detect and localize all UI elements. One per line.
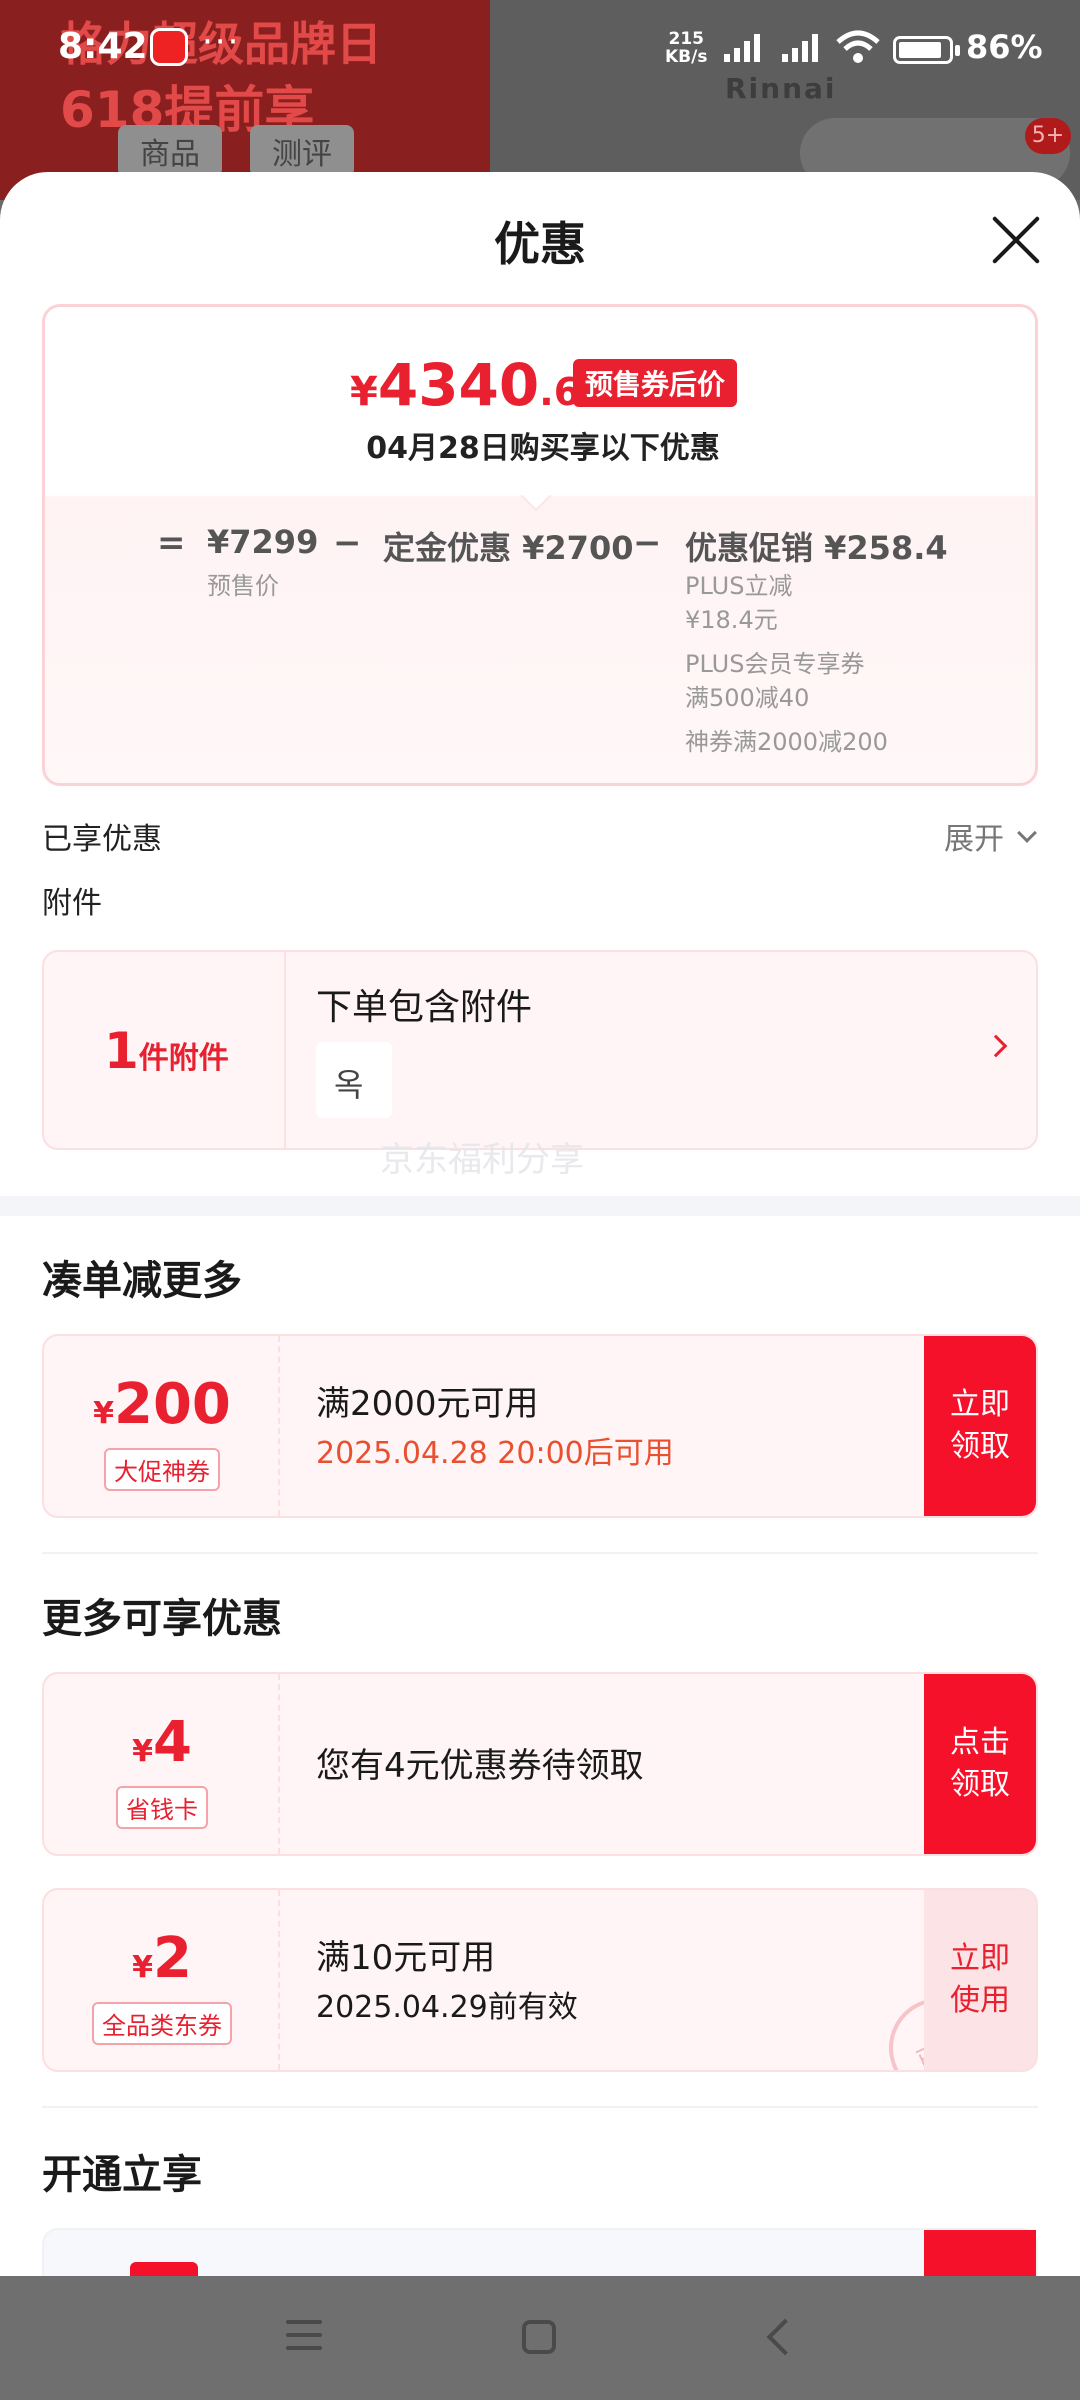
accessory-thumb-glyph: 옥 [334, 1066, 364, 1104]
accessory-card[interactable]: 1件附件 下单包含附件 옥 [42, 950, 1038, 1150]
coupon-amount: ¥4 [132, 1710, 192, 1775]
coupon-amount: ¥2 [132, 1926, 192, 1991]
close-icon[interactable] [988, 212, 1044, 268]
battery-icon [893, 36, 953, 64]
coupon-condition: 您有4元优惠券待领取 [316, 1746, 644, 1786]
accessory-label: 附件 [42, 886, 102, 921]
coupon-condition: 满10元可用 [316, 1938, 496, 1978]
use-button[interactable]: 立即 使用 [924, 1890, 1036, 2070]
price-summary-card: ¥4340.6 预售券后价 04月28日购买享以下优惠 = ¥7299 预售价 … [42, 304, 1038, 786]
promo-discount: 优惠促销 ¥258.4 [685, 529, 948, 567]
coupon-type-badge: 省钱卡 [116, 1786, 208, 1829]
presale-price: ¥7299 [207, 523, 319, 561]
coupon-valid-note: 2025.04.28 20:00后可用 [316, 1436, 674, 1471]
activate-button[interactable] [924, 2230, 1036, 2276]
promo-item: 满500减40 [685, 684, 810, 712]
wifi-icon [836, 30, 880, 63]
section-title-extra: 更多可享优惠 [42, 1596, 282, 1642]
coupon-amount-panel: ¥200 大促神券 [44, 1336, 280, 1516]
section-title-open: 开通立享 [42, 2152, 202, 2198]
battery-cap [955, 45, 960, 56]
membership-badge [130, 2262, 198, 2276]
coupon-amount-panel: ¥4 省钱卡 [44, 1674, 280, 1854]
expand-button[interactable]: 展开 [944, 814, 1004, 858]
menu-icon[interactable] [286, 2320, 322, 2350]
accessory-title: 下单包含附件 [316, 987, 533, 1028]
pointer-caret [520, 480, 552, 512]
membership-card[interactable] [42, 2228, 1038, 2276]
coupon-condition: 满2000元可用 [316, 1384, 539, 1424]
coupon-type-badge: 大促神券 [104, 1448, 220, 1491]
price-subtitle: 04月28日购买享以下优惠 [366, 431, 720, 466]
coupon-card: ¥4 省钱卡 您有4元优惠券待领取 点击 领取 [42, 1672, 1038, 1856]
chevron-right-icon[interactable] [984, 1034, 1008, 1058]
watermark: 京东福利分享 [380, 1140, 584, 1180]
sheet-title: 优惠 [494, 217, 586, 271]
clock: 8:42 [58, 26, 148, 67]
chevron-down-icon[interactable] [1017, 823, 1037, 843]
app-notification-icon [150, 28, 188, 66]
equals-sign: = [157, 523, 186, 563]
promo-item: PLUS会员专享券 [685, 650, 865, 678]
status-bar: 8:42 ··· 215 KB/s 86% [0, 0, 1080, 100]
coupon-card: ¥200 大促神券 满2000元可用 2025.04.28 20:00后可用 立… [42, 1334, 1038, 1518]
cell-signal-icon [724, 34, 760, 62]
navigation-bar [0, 2276, 1080, 2400]
home-icon[interactable] [522, 2320, 556, 2354]
coupon-card: ¥2 全品类东券 满10元可用 2025.04.29前有效 已领 立即 使用 [42, 1888, 1038, 2072]
minus-sign: − [333, 523, 362, 563]
final-price: ¥4340.6 [350, 351, 581, 419]
presale-price-tag: 预售券后价 [573, 359, 738, 407]
enjoyed-discounts-label: 已享优惠 [42, 822, 162, 857]
accessory-thumbnail: 옥 [316, 1042, 392, 1118]
promo-item: PLUS立减 [685, 572, 793, 600]
promo-item: ¥18.4元 [685, 606, 778, 634]
accessory-count: 1件附件 [104, 1022, 229, 1080]
message-badge: 5+ [1025, 118, 1071, 154]
section-rule [42, 1552, 1038, 1554]
promo-item: 神券满2000减200 [685, 728, 888, 756]
network-speed: 215 KB/s [665, 29, 708, 67]
back-icon[interactable] [766, 2318, 804, 2356]
presale-price-label: 预售价 [207, 572, 279, 600]
coupon-type-badge: 全品类东券 [92, 2002, 232, 2045]
discount-sheet: 优惠 ¥4340.6 预售券后价 04月28日购买享以下优惠 = ¥7299 预… [0, 172, 1080, 2276]
deposit-discount: 定金优惠 ¥2700 [383, 529, 634, 567]
coupon-amount: ¥200 [93, 1372, 231, 1437]
more-notifications-icon: ··· [202, 22, 241, 62]
section-title-more: 凑单减更多 [42, 1258, 242, 1304]
minus-sign-2: − [633, 523, 662, 563]
battery-percent: 86% [966, 28, 1043, 66]
section-rule [42, 2106, 1038, 2108]
tab-product: 商品 [118, 125, 222, 177]
coupon-valid-note: 2025.04.29前有效 [316, 1990, 578, 2025]
accessory-count-panel: 1件附件 [44, 952, 286, 1148]
cell-signal-2-icon [782, 34, 818, 62]
tab-review: 测评 [250, 125, 354, 177]
section-divider [0, 1196, 1080, 1216]
coupon-amount-panel: ¥2 全品类东券 [44, 1890, 280, 2070]
claim-button[interactable]: 立即 领取 [924, 1336, 1036, 1516]
claim-button[interactable]: 点击 领取 [924, 1674, 1036, 1854]
